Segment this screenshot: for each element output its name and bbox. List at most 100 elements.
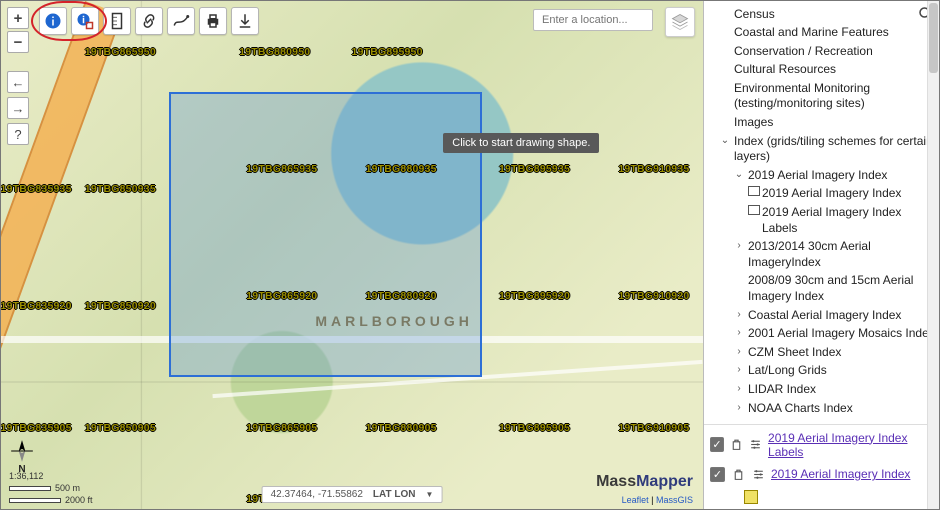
- selection-rectangle[interactable]: [169, 92, 481, 376]
- link-icon: [140, 12, 158, 30]
- map-viewport[interactable]: 19TBG86595019TBG88095019TBG89595019TBG83…: [1, 1, 703, 509]
- coordinate-value: 42.37464, -71.55862: [271, 489, 363, 500]
- download-button[interactable]: [231, 7, 259, 35]
- zoom-out-button[interactable]: −: [7, 31, 29, 53]
- active-layers-list: ✓ 2019 Aerial Imagery Index Labels ✓ 2019 A…: [704, 424, 939, 510]
- tile-label: 19TBG850935: [85, 183, 156, 195]
- tree-item-label: 2019 Aerial Imagery Index Labels: [762, 205, 937, 236]
- scale-bar: 2000 ft: [9, 495, 93, 505]
- map-credits: Leaflet | MassGIS: [622, 495, 693, 505]
- tile-label: 19TBG895935: [499, 163, 570, 175]
- tree-item[interactable]: Images: [720, 114, 937, 133]
- tree-item[interactable]: Cultural Resources: [720, 61, 937, 80]
- layer-visibility-checkbox[interactable]: ✓: [710, 467, 725, 482]
- tree-item-label: 2008/09 30cm and 15cm Aerial Imagery Ind…: [748, 273, 937, 304]
- trash-icon[interactable]: [731, 467, 745, 481]
- layer-swatch: [744, 490, 758, 504]
- chevron-right-icon[interactable]: ›: [734, 382, 744, 395]
- tile-label: 19TBG835935: [1, 183, 72, 195]
- layer-icon[interactable]: [748, 186, 758, 200]
- chevron-down-icon[interactable]: ⌄: [720, 134, 730, 147]
- tree-item-label: NOAA Charts Index: [748, 401, 937, 417]
- tree-item[interactable]: › 2013/2014 30cm Aerial ImageryIndex: [734, 238, 937, 272]
- tree-item[interactable]: ›2001 Aerial Imagery Mosaics Index: [734, 325, 937, 344]
- identify-group: [39, 7, 99, 35]
- tree-item[interactable]: Coastal and Marine Features: [720, 24, 937, 43]
- tree-item-label: Images: [734, 115, 937, 131]
- permalink-button[interactable]: [135, 7, 163, 35]
- chevron-right-icon[interactable]: ›: [734, 363, 744, 376]
- tree-item[interactable]: ›Lat/Long Grids: [734, 362, 937, 381]
- active-layer-link[interactable]: 2019 Aerial Imagery Index: [771, 467, 910, 481]
- forward-button[interactable]: →: [7, 97, 29, 119]
- tile-label: 19TBG910935: [618, 163, 689, 175]
- tree-item[interactable]: 2019 Aerial Imagery Index Labels: [748, 204, 937, 238]
- coordinate-format[interactable]: LAT LON: [373, 489, 416, 500]
- tree-item-label: CZM Sheet Index: [748, 345, 937, 361]
- print-button[interactable]: [199, 7, 227, 35]
- tile-label: 19TBG865950: [85, 46, 156, 58]
- tile-label: 19TBG910905: [618, 422, 689, 434]
- measure-button[interactable]: [103, 7, 131, 35]
- chevron-right-icon[interactable]: ›: [734, 239, 744, 252]
- app-root: 19TBG86595019TBG88095019TBG89595019TBG83…: [0, 0, 940, 510]
- scrollbar[interactable]: [927, 1, 939, 509]
- scrollbar-thumb[interactable]: [929, 3, 938, 73]
- back-button[interactable]: ←: [7, 71, 29, 93]
- help-button[interactable]: ?: [7, 123, 29, 145]
- zoom-in-button[interactable]: +: [7, 7, 29, 29]
- zoom-controls: + −: [7, 7, 29, 53]
- chevron-right-icon[interactable]: ›: [734, 345, 744, 358]
- chevron-down-icon[interactable]: ⌄: [734, 168, 744, 181]
- tree-item[interactable]: 2008/09 30cm and 15cm Aerial Imagery Ind…: [734, 272, 937, 306]
- tree-item-label: Conservation / Recreation: [734, 44, 937, 60]
- massgis-link[interactable]: MassGIS: [656, 495, 693, 505]
- scale-bar: 500 m: [9, 483, 93, 493]
- tree-item[interactable]: Census: [720, 5, 937, 24]
- tile-label: 19TBG880950: [239, 46, 310, 58]
- sliders-icon[interactable]: [749, 438, 762, 452]
- tree-item-label: 2019 Aerial Imagery Index: [748, 168, 937, 184]
- tile-label: 19TBG895920: [499, 290, 570, 302]
- chevron-right-icon[interactable]: ›: [734, 308, 744, 321]
- active-layer-row: ✓ 2019 Aerial Imagery Index: [710, 467, 933, 482]
- credit-sep: |: [649, 495, 656, 505]
- leaflet-link[interactable]: Leaflet: [622, 495, 649, 505]
- identify-button[interactable]: [39, 7, 67, 35]
- basemap-button[interactable]: [665, 7, 695, 37]
- tree-item[interactable]: 2019 Aerial Imagery Index: [748, 185, 937, 204]
- tree-item[interactable]: ⌄Index (grids/tiling schemes for certain…: [720, 132, 937, 166]
- draw-icon: [172, 12, 190, 30]
- layer-icon[interactable]: [748, 205, 758, 219]
- layer-visibility-checkbox[interactable]: ✓: [710, 437, 724, 452]
- tree-item[interactable]: ›Coastal Aerial Imagery Index: [734, 306, 937, 325]
- tree-item[interactable]: › CZM Sheet Index: [734, 343, 937, 362]
- info-icon: [44, 12, 62, 30]
- compass-icon: [9, 438, 35, 464]
- logo-part-a: Mass: [596, 473, 636, 490]
- chevron-right-icon[interactable]: ›: [734, 326, 744, 339]
- tree-item[interactable]: ⌄ 2019 Aerial Imagery Index: [734, 166, 937, 185]
- tree-item-label: 2013/2014 30cm Aerial ImageryIndex: [748, 239, 937, 270]
- active-layer-link[interactable]: 2019 Aerial Imagery Index Labels: [768, 431, 933, 459]
- trash-icon[interactable]: [730, 438, 743, 452]
- chevron-right-icon[interactable]: ›: [734, 401, 744, 414]
- tree-item-label: LIDAR Index: [748, 382, 937, 398]
- active-layer-row: ✓ 2019 Aerial Imagery Index Labels: [710, 431, 933, 459]
- chevron-down-icon[interactable]: ▼: [425, 490, 433, 499]
- location-search[interactable]: ▼: [533, 9, 653, 31]
- tree-item[interactable]: › NOAA Charts Index: [734, 399, 937, 418]
- tree-item[interactable]: › LIDAR Index: [734, 380, 937, 399]
- scale-ratio: 1:36,112: [9, 471, 93, 481]
- identify-polygon-button[interactable]: [71, 7, 99, 35]
- layer-tree[interactable]: CensusCoastal and Marine FeaturesConserv…: [704, 1, 939, 424]
- tile-label: 19TBG865905: [246, 422, 317, 434]
- coordinate-box[interactable]: 42.37464, -71.55862 LAT LON ▼: [262, 486, 443, 503]
- draw-button[interactable]: [167, 7, 195, 35]
- tile-label: 19TBG895905: [499, 422, 570, 434]
- ruler-icon: [108, 12, 126, 30]
- tree-item[interactable]: Environmental Monitoring (testing/monito…: [720, 79, 937, 113]
- draw-tooltip: Click to start drawing shape.: [443, 133, 599, 153]
- sliders-icon[interactable]: [751, 467, 765, 481]
- tree-item[interactable]: Conservation / Recreation: [720, 42, 937, 61]
